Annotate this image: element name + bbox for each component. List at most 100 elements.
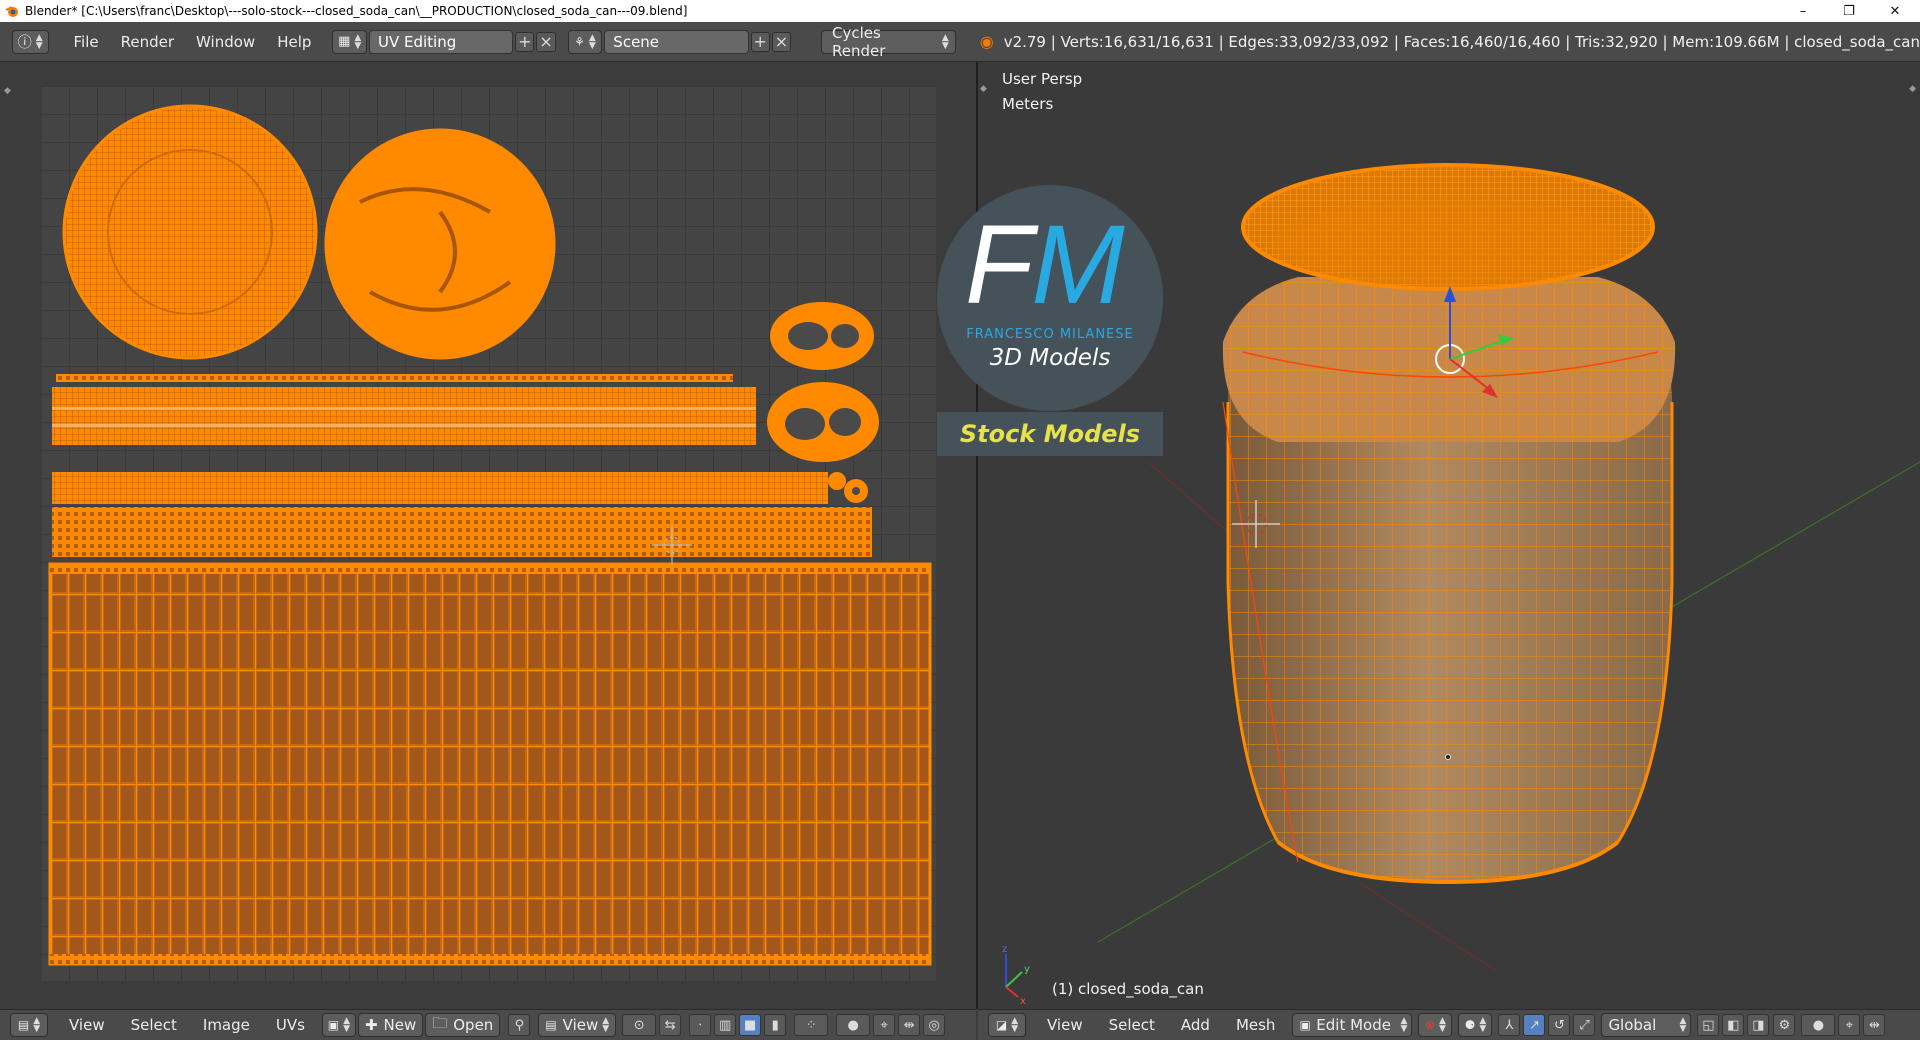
watermark-author: FRANCESCO MILANESE <box>966 327 1134 342</box>
shading-select[interactable]: ⊗ ▲ ▼ <box>1418 1013 1453 1037</box>
uv-editor-header: ▤ ▲ ▼ View Select Image UVs ▣ ▲ ▼ ✚ New 🗀 Open… <box>0 1009 976 1040</box>
image-editor-icon: ▤ <box>17 1018 30 1032</box>
uv-island-body <box>48 562 932 966</box>
view3d-menu-select[interactable]: Select <box>1096 1016 1168 1034</box>
island-select-icon[interactable]: ▮ <box>764 1014 787 1036</box>
updown-arrows-icon: ▲ ▼ <box>343 1016 351 1034</box>
pin-icon[interactable]: ⚲ <box>508 1014 531 1036</box>
updown-arrows-icon: ▲ ▼ <box>1011 1016 1019 1034</box>
sync-selection-icon[interactable]: ⇆ <box>659 1014 682 1036</box>
remove-layout-button[interactable]: × <box>536 31 556 52</box>
snap-icon[interactable]: ⌖ <box>1838 1014 1861 1036</box>
pivot-select[interactable]: ⚈ ▲ ▼ <box>1458 1013 1493 1037</box>
updown-arrows-icon: ▲ ▼ <box>33 1016 41 1034</box>
updown-arrows-icon: ▲ ▼ <box>588 32 596 51</box>
updown-arrows-icon: ▲ ▼ <box>1479 1016 1487 1034</box>
open-image-button[interactable]: 🗀 Open <box>425 1013 501 1037</box>
scene-button[interactable]: ⚘ ▲ ▼ <box>567 29 603 54</box>
minimize-button[interactable]: – <box>1780 0 1826 22</box>
uv-menu-image[interactable]: Image <box>190 1016 263 1034</box>
menu-file[interactable]: File <box>63 33 110 51</box>
add-scene-button[interactable]: + <box>750 31 770 52</box>
snap-element-icon[interactable]: ⇹ <box>898 1014 921 1036</box>
mode-select[interactable]: ▣ Edit Mode ▲ ▼ <box>1292 1013 1413 1037</box>
menu-help[interactable]: Help <box>266 33 322 51</box>
image-icon: ▣ <box>327 1018 340 1032</box>
plus-icon: ✚ <box>364 1016 378 1034</box>
svg-text:x: x <box>1020 996 1026 1007</box>
svg-text:y: y <box>1024 964 1030 975</box>
watermark-banner: Stock Models <box>937 412 1163 456</box>
scene-icon: ⚘ <box>574 34 585 49</box>
uv-menu-view[interactable]: View <box>56 1016 118 1034</box>
uv-island-bottom-disc <box>62 104 318 360</box>
close-icon: × <box>539 32 553 51</box>
scene-field[interactable]: Scene <box>604 29 749 54</box>
editor-type-button[interactable]: ▤ ▲ ▼ <box>10 1013 48 1037</box>
remove-scene-button[interactable]: × <box>771 31 792 52</box>
maximize-button[interactable]: ❐ <box>1826 0 1872 22</box>
render-engine-select[interactable]: Cycles Render ▲ ▼ <box>821 24 956 60</box>
editor-type-info-button[interactable]: ⓘ ▲ ▼ <box>12 29 49 54</box>
editor-type-button[interactable]: ◪ ▲ ▼ <box>988 1013 1026 1037</box>
add-layout-button[interactable]: + <box>515 31 535 52</box>
uv-island-strip-2 <box>52 387 756 445</box>
screen-layout-button[interactable]: ▦ ▲ ▼ <box>332 29 367 54</box>
view3d-menu-add[interactable]: Add <box>1168 1016 1223 1034</box>
proportional-edit-icon[interactable]: ● <box>836 1014 871 1036</box>
rotate-icon[interactable]: ↺ <box>1548 1014 1571 1036</box>
edit-mode-icon: ▣ <box>1299 1018 1311 1032</box>
new-image-button[interactable]: ✚ New <box>357 1013 424 1037</box>
info-header: ⓘ ▲ ▼ File Render Window Help ▦ ▲ ▼ UV Editi… <box>0 22 1920 62</box>
title-bar: Blender* [C:\Users\franc\Desktop\---solo… <box>0 0 1920 22</box>
uv-island-top-disc <box>324 128 556 360</box>
menu-window[interactable]: Window <box>185 33 266 51</box>
render-slot-icon[interactable]: ◎ <box>923 1014 946 1036</box>
vertex-select-icon[interactable]: ◱ <box>1697 1014 1720 1036</box>
uv-image-editor[interactable]: ◆ <box>0 62 976 1009</box>
view3d-menu-mesh[interactable]: Mesh <box>1223 1016 1289 1034</box>
watermark-logo: FM FRANCESCO MILANESE 3D Models <box>937 185 1163 411</box>
menu-render[interactable]: Render <box>110 33 185 51</box>
sticky-select-icon[interactable]: ⁘ <box>794 1014 829 1036</box>
edge-select-icon[interactable]: ▥ <box>714 1014 737 1036</box>
fm-monogram: FM <box>965 202 1125 327</box>
updown-arrows-icon: ▲ ▼ <box>1439 1016 1446 1034</box>
view-mode-select[interactable]: ▤ View ▲ ▼ <box>538 1013 617 1037</box>
uv-island-strip-1 <box>56 374 733 382</box>
plus-icon: + <box>753 32 767 51</box>
occlude-geometry-icon[interactable]: ⚙ <box>1773 1014 1796 1036</box>
translate-icon[interactable]: ↗ <box>1523 1014 1546 1036</box>
window-title: Blender* [C:\Users\franc\Desktop\---solo… <box>25 4 688 18</box>
shading-icon: ⊗ <box>1424 1018 1435 1032</box>
face-select-icon[interactable]: ■ <box>739 1014 762 1036</box>
scale-icon[interactable]: ⤢ <box>1573 1014 1596 1036</box>
blender-logo-icon <box>5 6 18 17</box>
screen-layout-field[interactable]: UV Editing <box>368 29 514 54</box>
snap-element-icon[interactable]: ⇹ <box>1863 1014 1886 1036</box>
vertex-select-icon[interactable]: ⋅ <box>689 1014 712 1036</box>
scene-stats: v2.79 | Verts:16,631/16,631 | Edges:33,0… <box>1003 32 1920 51</box>
pivot-icon[interactable]: ⊙ <box>622 1014 657 1036</box>
updown-arrows-icon: ▲ ▼ <box>1400 1016 1408 1034</box>
3d-view-header: ◪ ▲ ▼ View Select Add Mesh ▣ Edit Mode ▲ ▼ ⊗ ▲… <box>978 1009 1920 1040</box>
snap-icon[interactable]: ⌖ <box>873 1014 896 1036</box>
updown-arrows-icon: ▲ ▼ <box>35 32 43 51</box>
orientation-select[interactable]: Global ▲ ▼ <box>1601 1013 1692 1037</box>
manipulator-toggle-icon[interactable]: ⅄ <box>1498 1014 1521 1036</box>
updown-arrows-icon: ▲ ▼ <box>1679 1016 1687 1034</box>
layout-grid-icon: ▦ <box>338 34 351 49</box>
edge-select-icon[interactable]: ◧ <box>1722 1014 1745 1036</box>
view3d-menu-view[interactable]: View <box>1034 1016 1096 1034</box>
close-button[interactable]: ✕ <box>1872 0 1918 22</box>
proportional-edit-icon[interactable]: ● <box>1801 1014 1836 1036</box>
plus-icon: + <box>518 32 532 51</box>
updown-arrows-icon: ▲ ▼ <box>602 1016 610 1034</box>
uv-menu-uvs[interactable]: UVs <box>263 1016 318 1034</box>
uv-islands <box>48 104 932 966</box>
axis-gizmo-icon: z y x <box>1002 944 1030 1007</box>
uv-menu-select[interactable]: Select <box>118 1016 190 1034</box>
face-select-icon[interactable]: ◨ <box>1747 1014 1770 1036</box>
updown-arrows-icon: ▲ ▼ <box>941 32 949 51</box>
browse-image-button[interactable]: ▣ ▲ ▼ <box>321 1013 356 1037</box>
